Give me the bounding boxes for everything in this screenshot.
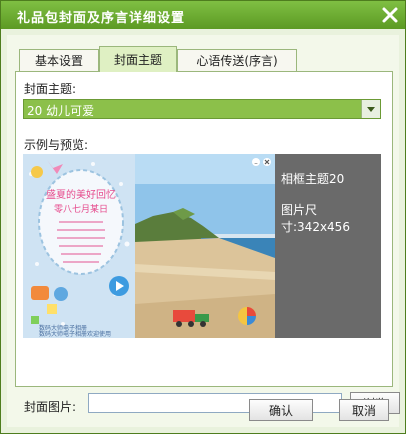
theme-select-value: 20 幼儿可爱 bbox=[27, 104, 95, 118]
theme-select[interactable]: 20 幼儿可爱 bbox=[23, 99, 381, 119]
frame-theme-name: 相框主题20 bbox=[281, 172, 345, 186]
cover-title: 盛夏的美好回忆 bbox=[46, 188, 116, 201]
tab-panel: 封面主题: 20 幼儿可爱 示例与预览: 盛夏的美好回忆 零八七月某日 数码大师… bbox=[15, 71, 400, 414]
cover-artwork: 盛夏的美好回忆 零八七月某日 数码大师电子相册 数码大师电子相册欢迎使用 – bbox=[23, 154, 275, 338]
svg-text:–: – bbox=[254, 159, 258, 167]
close-icon bbox=[382, 7, 398, 23]
chevron-down-icon bbox=[367, 107, 375, 112]
dropdown-arrow[interactable] bbox=[361, 100, 380, 118]
close-button[interactable] bbox=[379, 4, 401, 26]
cover-image-label: 封面图片: bbox=[24, 400, 77, 414]
image-size: 图片尺寸:342x456 bbox=[281, 203, 350, 234]
ok-button[interactable]: 确认 bbox=[249, 399, 313, 421]
tab-preface[interactable]: 心语传送(序言) bbox=[177, 49, 297, 71]
tab-cover-theme[interactable]: 封面主题 bbox=[99, 46, 177, 72]
dialog-client: 基本设置 封面主题 心语传送(序言) 封面主题: 20 幼儿可爱 示例与预览: bbox=[7, 35, 400, 427]
dialog-window: 礼品包封面及序言详细设置 基本设置 封面主题 心语传送(序言) 封面主题: 20… bbox=[0, 0, 406, 434]
preview-info: 相框主题20 图片尺寸:342x456 bbox=[281, 170, 381, 235]
preview-area: 盛夏的美好回忆 零八七月某日 数码大师电子相册 数码大师电子相册欢迎使用 – 相… bbox=[23, 154, 381, 338]
title-bar[interactable]: 礼品包封面及序言详细设置 bbox=[1, 1, 405, 29]
theme-label: 封面主题: bbox=[24, 82, 77, 96]
cover-footer-2: 数码大师电子相册欢迎使用 bbox=[39, 330, 111, 338]
window-title: 礼品包封面及序言详细设置 bbox=[17, 11, 186, 26]
tab-basic-settings[interactable]: 基本设置 bbox=[19, 49, 99, 71]
preview-label: 示例与预览: bbox=[24, 138, 89, 152]
cover-subtitle: 零八七月某日 bbox=[54, 204, 108, 215]
cover-preview-image: 盛夏的美好回忆 零八七月某日 数码大师电子相册 数码大师电子相册欢迎使用 – bbox=[23, 154, 275, 338]
cancel-button[interactable]: 取消 bbox=[339, 399, 389, 421]
